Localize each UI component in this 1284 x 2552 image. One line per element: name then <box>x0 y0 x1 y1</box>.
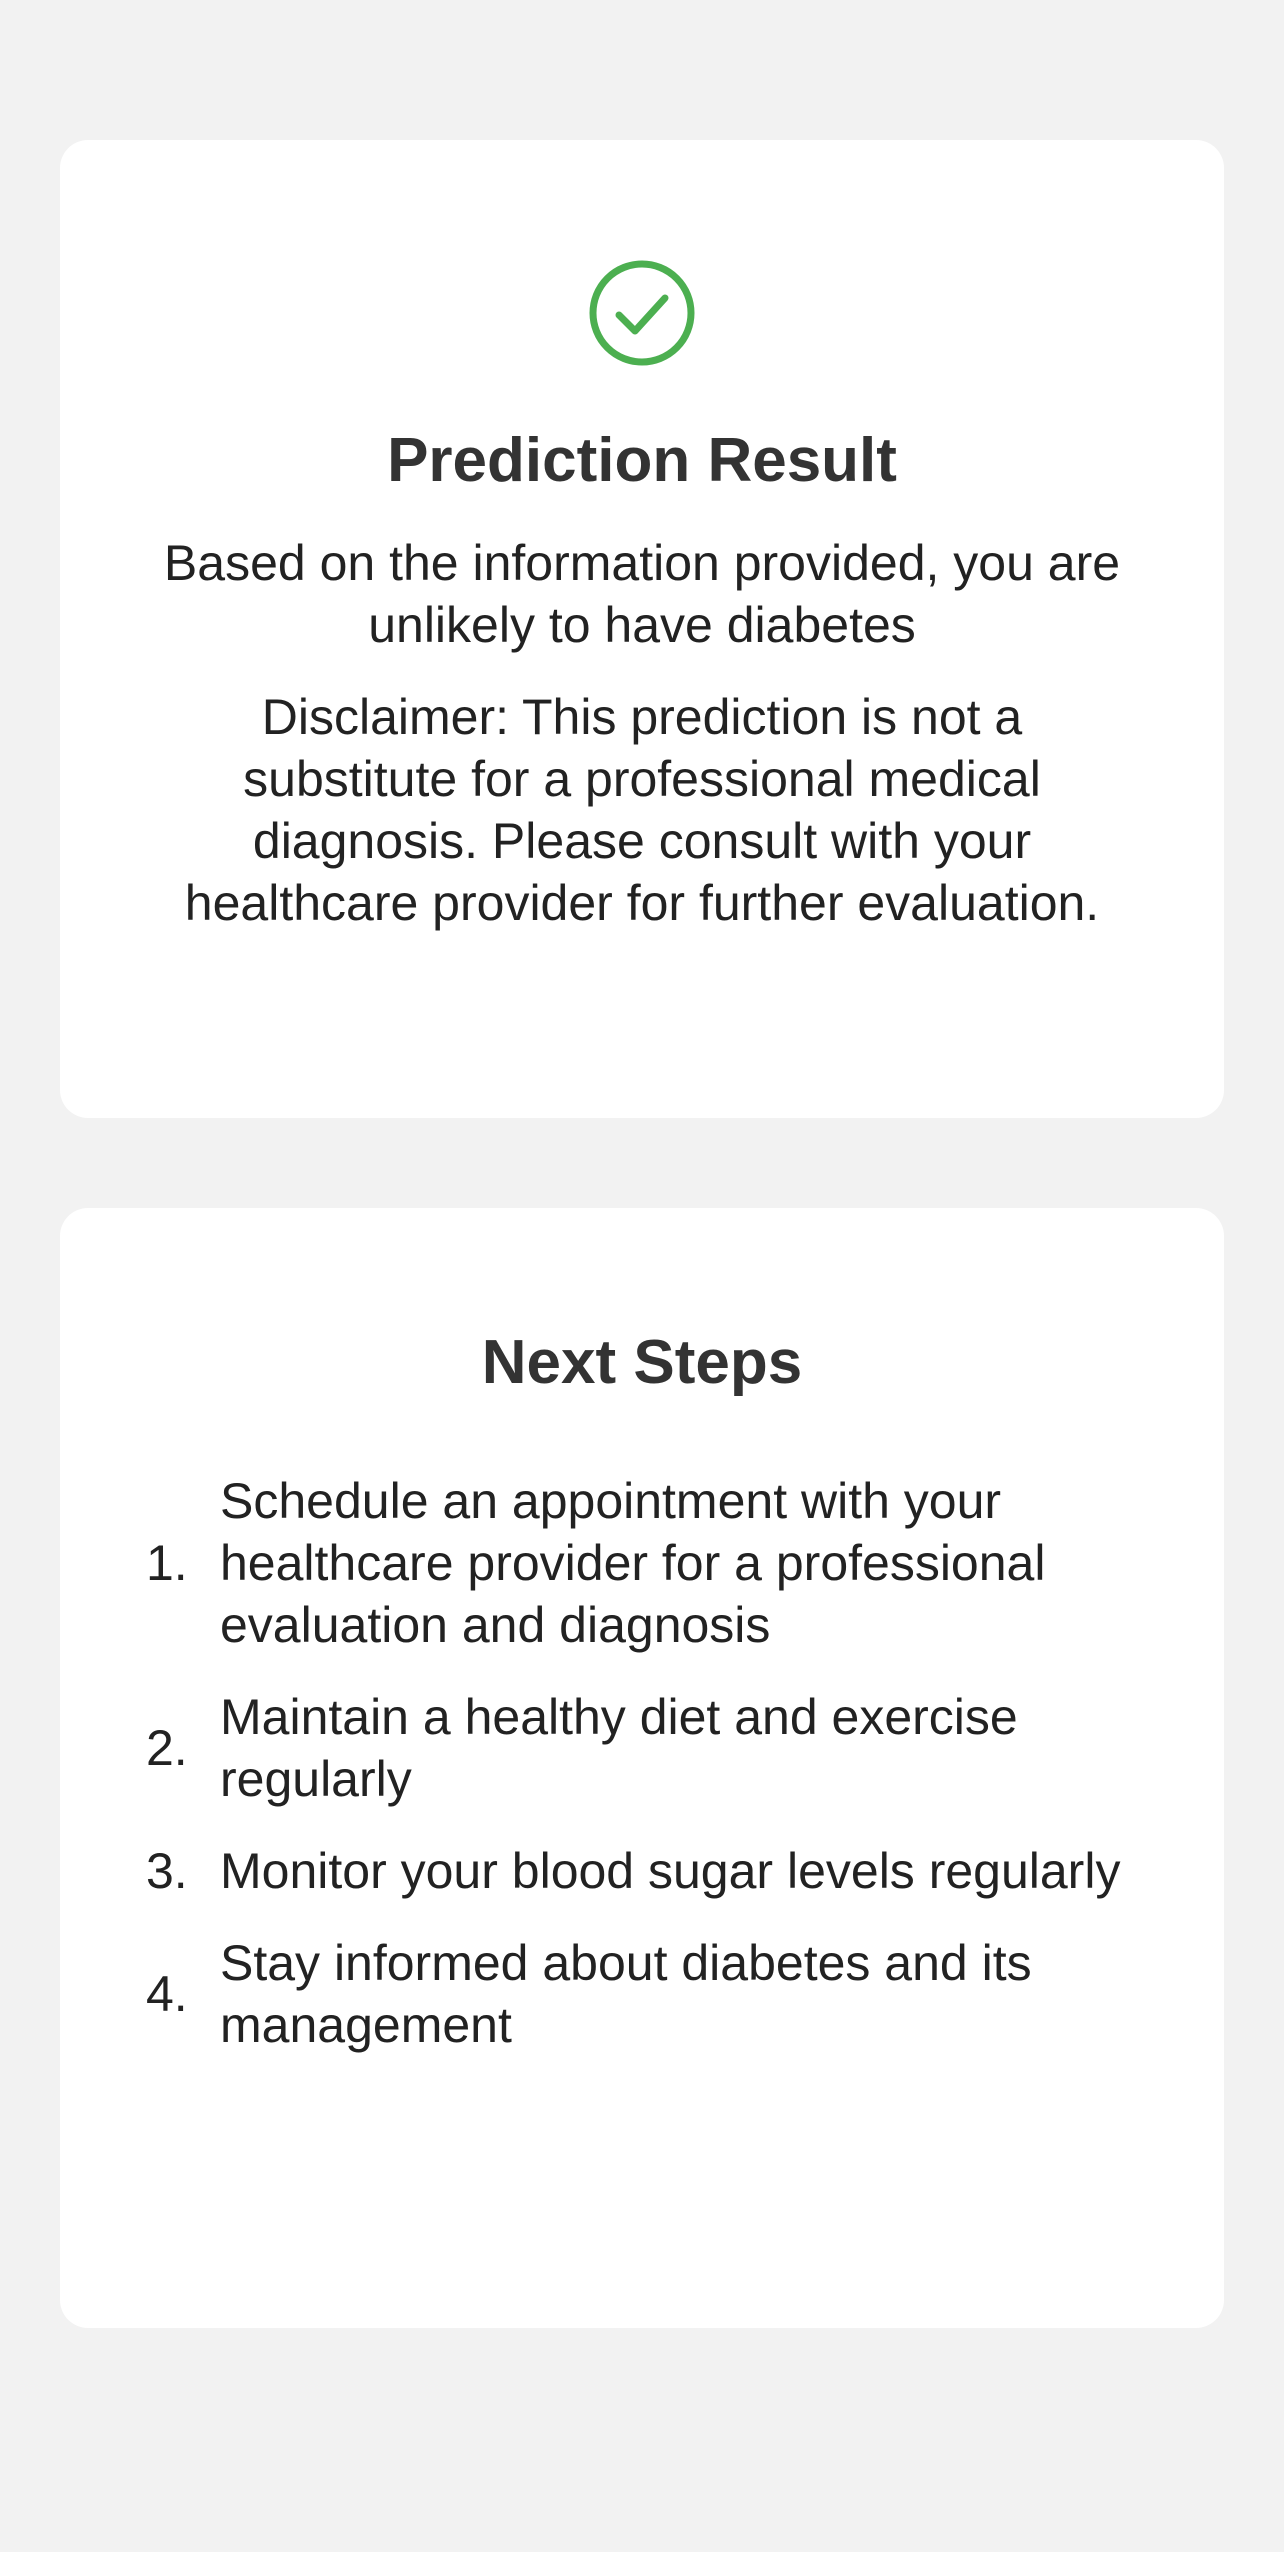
list-item: 1. Schedule an appointment with your hea… <box>146 1470 1164 1656</box>
step-number: 4. <box>146 1966 188 2022</box>
disclaimer-text: Disclaimer: This prediction is not a sub… <box>184 689 1100 931</box>
next-steps-card: Next Steps 1. Schedule an appointment wi… <box>60 1208 1224 2328</box>
step-text: Schedule an appointment with your health… <box>220 1473 1046 1653</box>
next-steps-title: Next Steps <box>481 1328 803 1397</box>
step-text: Maintain a healthy diet and exercise reg… <box>220 1689 1018 1807</box>
list-item: 3. Monitor your blood sugar levels regul… <box>146 1840 1164 1902</box>
prediction-result-message: Based on the information provided, you a… <box>163 535 1121 653</box>
check-circle-icon <box>589 260 695 366</box>
step-number: 2. <box>146 1720 188 1776</box>
list-item: 2. Maintain a healthy diet and exercise … <box>146 1686 1164 1810</box>
next-steps-list: 1. Schedule an appointment with your hea… <box>146 1470 1164 2086</box>
step-text: Stay informed about diabetes and its man… <box>220 1935 1032 2053</box>
step-number: 3. <box>146 1843 188 1899</box>
list-item: 4. Stay informed about diabetes and its … <box>146 1932 1164 2056</box>
prediction-result-title: Prediction Result <box>387 426 897 495</box>
step-text: Monitor your blood sugar levels regularl… <box>220 1843 1121 1899</box>
step-number: 1. <box>146 1535 188 1591</box>
prediction-result-card: Prediction Result Based on the informati… <box>60 140 1224 1118</box>
